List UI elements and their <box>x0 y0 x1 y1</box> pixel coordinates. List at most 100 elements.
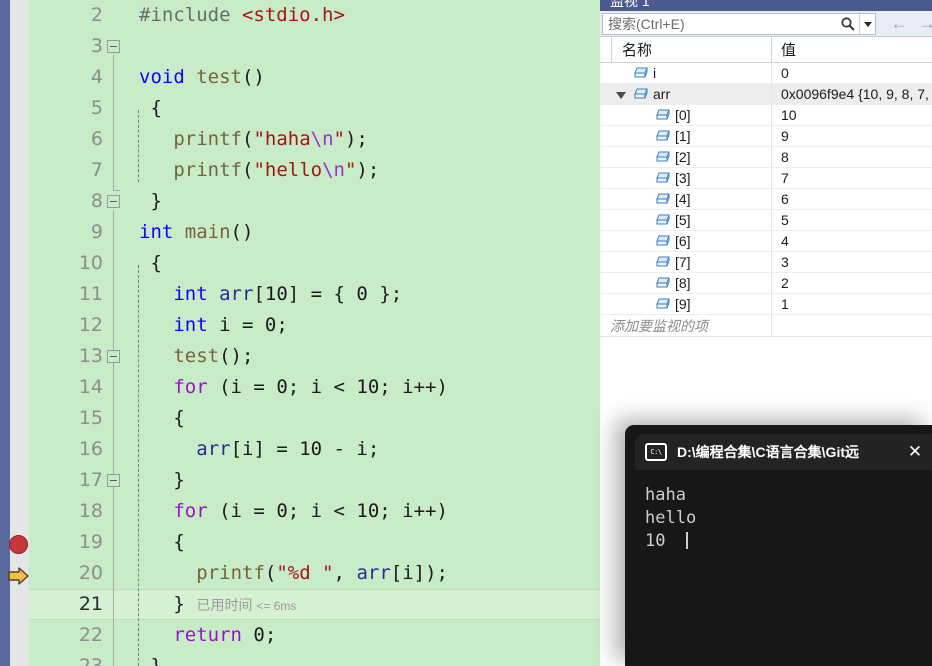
token: } <box>150 190 162 212</box>
watch-row-value[interactable]: 9 <box>773 126 932 146</box>
watch-row-name-cell[interactable]: [0] <box>600 105 772 125</box>
token: \n <box>310 128 334 150</box>
token: 0 <box>276 500 288 522</box>
token: #include <box>139 4 242 26</box>
watch-column-value[interactable]: 值 <box>773 37 932 62</box>
watch-row-value[interactable]: 8 <box>773 147 932 167</box>
token: 10 <box>356 500 380 522</box>
watch-row-value[interactable]: 7 <box>773 168 932 188</box>
code-line[interactable]: 19 { <box>29 527 600 558</box>
watch-row-name-cell[interactable]: i <box>600 63 772 83</box>
code-line[interactable]: 16 arr[i] = 10 - i; <box>29 434 600 465</box>
code-editor-pane: 2 #include <stdio.h> 3 4 void test() 5{6 print… <box>0 0 600 666</box>
code-text-area[interactable]: 2 #include <stdio.h> 3 4 void test() 5{6 print… <box>29 0 600 666</box>
code-line[interactable]: 23} <box>29 651 600 666</box>
fold-marker-void-test[interactable] <box>107 40 120 53</box>
watch-row-value[interactable]: 2 <box>773 273 932 293</box>
code-line[interactable]: 4 void test() <box>29 62 600 93</box>
token: for <box>173 500 220 522</box>
code-line[interactable]: 6 printf("haha\n"); <box>29 124 600 155</box>
token: { <box>173 407 185 429</box>
watch-row-value[interactable]: 0x0096f9e4 {10, 9, 8, 7, <box>773 84 932 104</box>
watch-row[interactable]: [5] 5 <box>600 210 932 231</box>
close-icon[interactable]: ✕ <box>898 434 932 470</box>
watch-row-name-cell[interactable]: [1] <box>600 126 772 146</box>
watch-row-value[interactable]: 4 <box>773 231 932 251</box>
fold-marker-for-1[interactable] <box>107 350 120 363</box>
watch-row-name: [3] <box>675 170 691 186</box>
watch-row-name-cell[interactable]: [4] <box>600 189 772 209</box>
watch-add-item-row[interactable]: 添加要监视的项 <box>600 315 932 337</box>
watch-row[interactable]: [2] 8 <box>600 147 932 168</box>
watch-row-value[interactable]: 0 <box>773 63 932 83</box>
watch-row-value[interactable]: 1 <box>773 294 932 314</box>
token: 10 <box>356 376 380 398</box>
code-line[interactable]: 9 int main() <box>29 217 600 248</box>
watch-row-value[interactable]: 10 <box>773 105 932 125</box>
token: 10 <box>299 438 323 460</box>
line-number: 22 <box>78 624 103 646</box>
line-number: 18 <box>78 500 103 522</box>
watch-row-name-cell[interactable]: [3] <box>600 168 772 188</box>
watch-row-name-cell[interactable]: [8] <box>600 273 772 293</box>
line-text: { <box>173 527 184 558</box>
token: 0 <box>276 376 288 398</box>
code-line[interactable]: 14 for (i = 0; i < 10; i++) <box>29 372 600 403</box>
code-line[interactable]: 21} 已用时间 <= 6ms <box>29 589 600 620</box>
watch-row-value[interactable]: 6 <box>773 189 932 209</box>
watch-row-name-cell[interactable]: arr <box>600 84 772 104</box>
watch-row-name-cell[interactable]: [7] <box>600 252 772 272</box>
console-title-bar[interactable]: C:\ D:\编程合集\C语言合集\Git远 ✕ <box>635 434 932 470</box>
watch-tab-label[interactable]: 监视 1 <box>610 0 650 11</box>
watch-row[interactable]: [1] 9 <box>600 126 932 147</box>
code-line[interactable]: 7 printf("hello\n"); <box>29 155 600 186</box>
watch-row-name-cell[interactable]: [9] <box>600 294 772 314</box>
line-text: #include <stdio.h> <box>139 0 345 31</box>
watch-add-item-value-cell[interactable] <box>773 315 932 336</box>
code-line[interactable]: 18 for (i = 0; i < 10; i++) <box>29 496 600 527</box>
code-line[interactable]: 11 int arr[10] = { 0 }; <box>29 279 600 310</box>
watch-row-value[interactable]: 3 <box>773 252 932 272</box>
code-line[interactable]: 22 return 0; <box>29 620 600 651</box>
code-line[interactable]: 5{ <box>29 93 600 124</box>
watch-row[interactable]: [7] 3 <box>600 252 932 273</box>
watch-row-value[interactable]: 5 <box>773 210 932 230</box>
breakpoint-glyph[interactable] <box>9 535 28 554</box>
code-line[interactable]: 12 int i = 0; <box>29 310 600 341</box>
watch-search-box[interactable]: 搜索(Ctrl+E) <box>602 13 876 35</box>
search-previous-icon[interactable]: ← <box>886 14 912 34</box>
watch-row[interactable]: [0] 10 <box>600 105 932 126</box>
search-icon[interactable] <box>837 14 859 34</box>
fold-marker-for-2[interactable] <box>107 474 120 487</box>
console-window[interactable]: C:\ D:\编程合集\C语言合集\Git远 ✕ haha hello 10 <box>625 425 932 666</box>
token: printf <box>196 562 265 584</box>
watch-row[interactable]: i0 <box>600 63 932 84</box>
watch-row[interactable]: [9] 1 <box>600 294 932 315</box>
watch-row-name-cell[interactable]: [5] <box>600 210 772 230</box>
code-line[interactable]: 2 #include <stdio.h> <box>29 0 600 31</box>
expander-collapse-icon[interactable] <box>616 92 626 99</box>
watch-row[interactable]: [4] 6 <box>600 189 932 210</box>
watch-row-name-cell[interactable]: [6] <box>600 231 772 251</box>
search-next-icon[interactable]: → <box>914 14 932 34</box>
line-text: printf("hello\n"); <box>173 155 379 186</box>
indent-guide-main-body <box>138 265 139 666</box>
line-text: { <box>150 93 161 124</box>
token: } <box>150 655 162 666</box>
elapsed-time-value: <= 6ms <box>256 599 297 613</box>
code-line[interactable]: 10 { <box>29 248 600 279</box>
watch-row[interactable]: [3] 7 <box>600 168 932 189</box>
token: int <box>139 221 185 243</box>
search-options-dropdown-icon[interactable] <box>859 14 875 34</box>
line-number: 15 <box>78 407 103 429</box>
watch-row[interactable]: [6] 4 <box>600 231 932 252</box>
watch-column-name[interactable]: 名称 <box>600 37 772 62</box>
token: } <box>173 593 185 615</box>
watch-row[interactable]: arr 0x0096f9e4 {10, 9, 8, 7, <box>600 84 932 105</box>
watch-row[interactable]: [8] 2 <box>600 273 932 294</box>
token: \n <box>322 159 345 181</box>
code-line[interactable]: 15 { <box>29 403 600 434</box>
fold-marker-int-main[interactable] <box>107 195 120 208</box>
code-line[interactable]: 20 printf("%d ", arr[i]); <box>29 558 600 589</box>
watch-row-name-cell[interactable]: [2] <box>600 147 772 167</box>
